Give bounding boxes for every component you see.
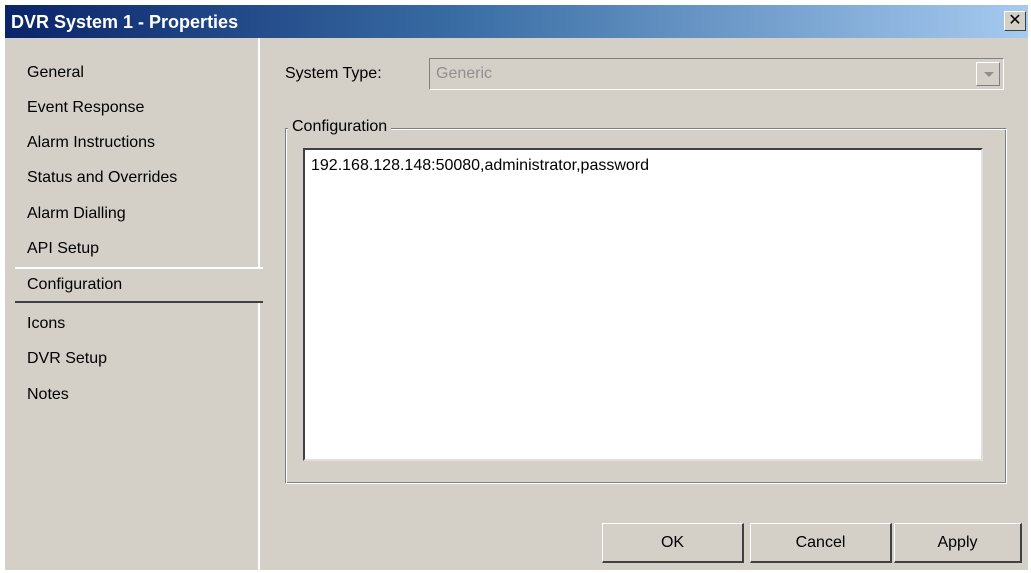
cancel-button[interactable]: Cancel [750,523,892,563]
sidebar-item-api-setup[interactable]: API Setup [27,240,99,258]
sidebar-item-configuration[interactable]: Configuration [15,267,263,303]
sidebar-item-label: Configuration [27,276,123,293]
apply-button[interactable]: Apply [894,523,1022,563]
system-type-value: Generic [436,65,493,82]
configuration-textarea[interactable]: 192.168.128.148:50080,administrator,pass… [303,148,983,461]
close-icon: ✕ [1008,12,1022,29]
properties-dialog: DVR System 1 - Properties ✕ General Even… [5,5,1028,570]
sidebar-item-status-and-overrides[interactable]: Status and Overrides [27,169,177,187]
system-type-label: System Type: [285,65,382,82]
sidebar-item-alarm-instructions[interactable]: Alarm Instructions [27,134,155,152]
sidebar-item-event-response[interactable]: Event Response [27,99,144,117]
close-button[interactable]: ✕ [1004,11,1026,31]
configuration-group-label: Configuration [288,118,392,136]
sidebar-item-icons[interactable]: Icons [27,315,65,333]
sidebar-item-alarm-dialling[interactable]: Alarm Dialling [27,205,126,223]
sidebar-item-notes[interactable]: Notes [27,386,69,404]
ok-button[interactable]: OK [602,523,744,563]
sidebar-nav: General Event Response Alarm Instruction… [15,38,263,570]
configuration-value: 192.168.128.148:50080,administrator,pass… [311,157,650,174]
window-title: DVR System 1 - Properties [11,12,239,32]
sidebar-item-dvr-setup[interactable]: DVR Setup [27,350,107,368]
title-bar[interactable]: DVR System 1 - Properties ✕ [5,5,1028,38]
system-type-select[interactable]: Generic [429,58,1004,90]
sidebar-item-general[interactable]: General [27,64,84,82]
chevron-down-icon[interactable] [976,62,1000,86]
